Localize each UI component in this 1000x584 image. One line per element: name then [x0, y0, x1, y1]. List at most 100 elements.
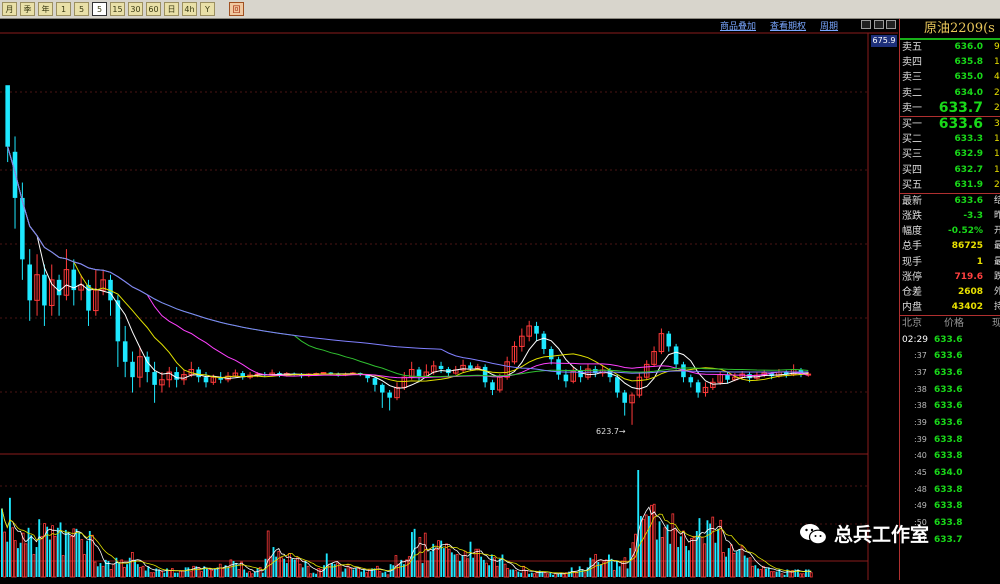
- volume-bar: [655, 539, 658, 577]
- volume-bar: [679, 536, 682, 577]
- price-axis-tag: 675.9: [871, 35, 897, 47]
- stat-row: 幅度 -0.52% 开: [900, 224, 1000, 239]
- tick-row[interactable]: :40 633.8: [900, 448, 1000, 465]
- stat-row: 现手 1 最: [900, 255, 1000, 270]
- volume-bar: [610, 558, 613, 577]
- volume-bar: [469, 541, 472, 577]
- link-overlay[interactable]: 商品叠加: [720, 19, 756, 32]
- toolbar-button-0[interactable]: 月: [2, 2, 17, 16]
- volume-bar: [637, 470, 640, 577]
- tick-row[interactable]: :38 633.6: [900, 398, 1000, 415]
- volume-bar: [501, 554, 504, 577]
- stats-table: 最新 633.6 结涨跌 -3.3 昨幅度 -0.52% 开总手 86725 最现手 1 最涨停 71…: [900, 192, 1000, 316]
- tick-list[interactable]: 02:29 633.6:37 633.6:37 633.6:38 633.6:38 633…: [900, 332, 1000, 549]
- link-options[interactable]: 查看期权: [770, 19, 806, 32]
- toolbar-button-10[interactable]: 4h: [182, 2, 197, 16]
- volume-bar: [783, 574, 786, 577]
- toolbar-button-7[interactable]: 30: [128, 2, 143, 16]
- volume-bar: [293, 559, 296, 577]
- tick-row[interactable]: :37 633.6: [900, 348, 1000, 365]
- volume-bar: [743, 555, 746, 577]
- bid-1-row[interactable]: 买一 633.6 3: [900, 115, 1000, 132]
- row-label: 卖四: [902, 57, 922, 69]
- tick-row[interactable]: :39 633.6: [900, 415, 1000, 432]
- volume-bar: [520, 572, 523, 577]
- candle-body: [372, 378, 378, 385]
- bid-row[interactable]: 买四 632.7 1: [900, 163, 1000, 178]
- volume-bar: [355, 568, 357, 577]
- stat-value: 719.6: [954, 271, 983, 282]
- bid-row[interactable]: 买五 631.9 2: [900, 178, 1000, 193]
- toolbar-button-2[interactable]: 年: [38, 2, 53, 16]
- toolbar-button-1[interactable]: 季: [20, 2, 35, 16]
- row-price: 635.8: [954, 57, 983, 68]
- toolbar-button-8[interactable]: 60: [146, 2, 161, 16]
- tick-row[interactable]: :39 633.8: [900, 432, 1000, 449]
- toolbar-button-3[interactable]: 1: [56, 2, 71, 16]
- ask-row[interactable]: 卖五 636.0 9: [900, 40, 1000, 55]
- ask-1-row[interactable]: 卖一 633.7 2: [900, 100, 1000, 116]
- bid-row[interactable]: 买二 633.3 1: [900, 132, 1000, 147]
- stat-row: 内盘 43402 持: [900, 300, 1000, 315]
- tick-price: 633.7: [934, 534, 963, 545]
- tick-row[interactable]: :38 633.6: [900, 382, 1000, 399]
- volume-bar: [78, 532, 81, 577]
- volume-bar: [512, 569, 515, 577]
- ask-row[interactable]: 卖四 635.8 1: [900, 55, 1000, 70]
- stat-extra: 最: [994, 256, 1000, 267]
- stat-label: 最新: [902, 195, 922, 207]
- candle-body: [534, 325, 539, 334]
- candle-body: [747, 374, 752, 379]
- volume-bar: [618, 566, 621, 577]
- volume-bar: [677, 547, 680, 577]
- ask-row[interactable]: 卖三 635.0 4: [900, 70, 1000, 85]
- tick-row[interactable]: :48 633.8: [900, 482, 1000, 499]
- candle-body: [666, 333, 672, 347]
- stat-value: -3.3: [963, 211, 983, 222]
- volume-bar: [261, 572, 264, 577]
- volume-bar: [301, 567, 304, 577]
- candle-body: [622, 392, 627, 403]
- toolbar: 月季年 1 5 5 15 30 60 日 4h Y 回: [0, 0, 1000, 19]
- bid-book: 买二 633.3 1 买三 632.9 1 买四 632.7 1 买五 631.9 2: [900, 132, 1000, 193]
- toolbar-button-4[interactable]: 5: [74, 2, 89, 16]
- stat-value: 1: [976, 256, 983, 267]
- tick-row[interactable]: :37 633.6: [900, 365, 1000, 382]
- link-period[interactable]: 周期: [820, 19, 838, 32]
- window-icon[interactable]: [874, 20, 884, 29]
- volume-bar: [48, 539, 51, 577]
- ask-row[interactable]: 卖二 634.0 2: [900, 86, 1000, 101]
- toolbar-button-6[interactable]: 15: [110, 2, 125, 16]
- kline-chart-area[interactable]: 623.7→: [0, 20, 898, 580]
- stat-extra: 开: [994, 226, 1000, 237]
- candle-body: [380, 384, 385, 393]
- toolbar-button-9[interactable]: 日: [164, 2, 179, 16]
- row-price: 635.0: [954, 72, 983, 83]
- row-qty: 1: [994, 134, 1000, 145]
- volume-bar: [38, 519, 41, 577]
- volume-bar: [714, 542, 717, 577]
- toolbar-button-5[interactable]: 5: [92, 2, 107, 16]
- contract-title: 原油2209(s: [900, 19, 1000, 40]
- toolbar-button-11[interactable]: Y: [200, 2, 215, 16]
- stat-extra: 结: [994, 195, 1000, 206]
- row-label: 买五: [902, 179, 922, 191]
- close-icon[interactable]: [886, 20, 896, 29]
- volume-bar: [227, 567, 230, 577]
- row-qty: 1: [994, 149, 1000, 160]
- volume-bar: [807, 569, 810, 577]
- tick-row[interactable]: 02:29 633.6: [900, 332, 1000, 349]
- tick-row[interactable]: :45 634.0: [900, 465, 1000, 482]
- toolbar-button-12[interactable]: 回: [229, 2, 244, 16]
- volume-bar: [429, 551, 432, 577]
- tick-row[interactable]: :49 633.8: [900, 498, 1000, 515]
- volume-bar: [392, 565, 395, 577]
- volume-bar: [805, 569, 807, 577]
- bid-row[interactable]: 买三 632.9 1: [900, 147, 1000, 162]
- kline-chart[interactable]: 623.7→: [0, 20, 898, 580]
- tick-price: 633.6: [934, 367, 963, 378]
- volume-bar: [158, 569, 160, 577]
- row-label: 买四: [902, 164, 922, 176]
- tick-time: 02:29: [902, 334, 928, 345]
- grid-icon[interactable]: [861, 20, 871, 29]
